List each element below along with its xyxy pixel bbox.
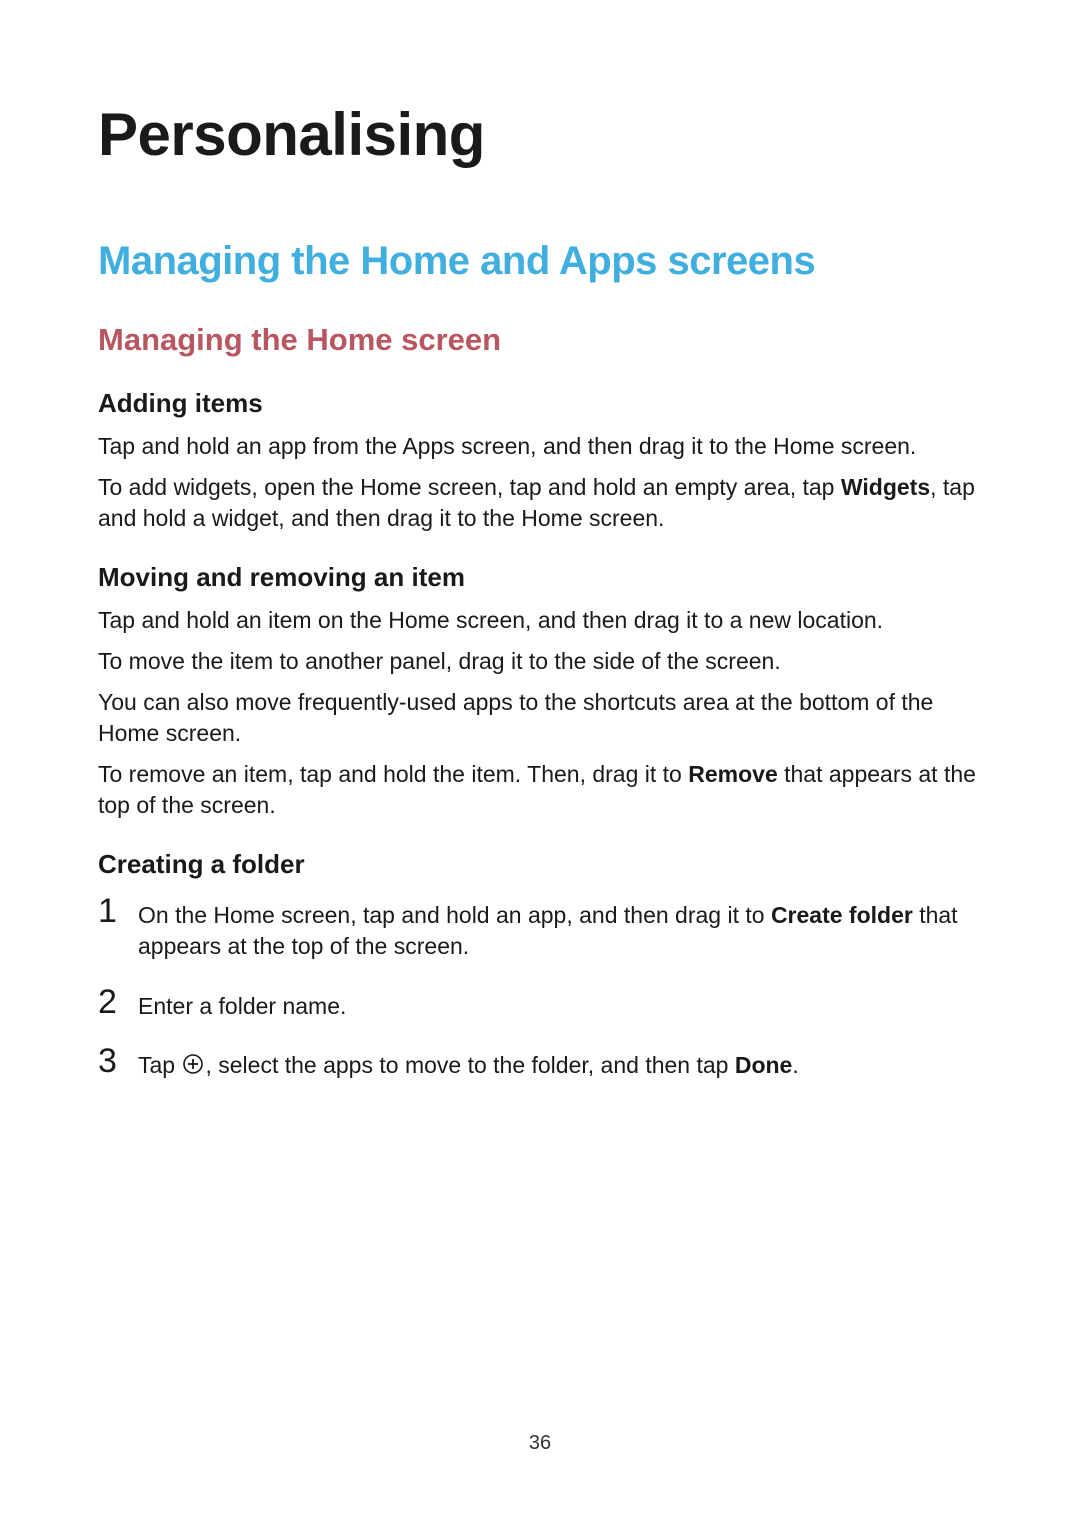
paragraph: To move the item to another panel, drag …: [98, 646, 982, 677]
topic-moving-removing: Moving and removing an item: [98, 562, 982, 593]
bold-text: Done: [735, 1052, 793, 1078]
step-item: 3 Tap , select the apps to move to the f…: [98, 1044, 982, 1081]
section-heading: Managing the Home and Apps screens: [98, 239, 982, 284]
text: .: [792, 1052, 798, 1078]
step-item: 1 On the Home screen, tap and hold an ap…: [98, 894, 982, 962]
plus-circle-icon: [183, 1054, 203, 1074]
text: To remove an item, tap and hold the item…: [98, 761, 688, 787]
paragraph: To add widgets, open the Home screen, ta…: [98, 472, 982, 534]
text: , select the apps to move to the folder,…: [205, 1052, 734, 1078]
paragraph: Tap and hold an app from the Apps screen…: [98, 431, 982, 462]
topic-creating-folder: Creating a folder: [98, 849, 982, 880]
step-item: 2 Enter a folder name.: [98, 985, 982, 1022]
step-number: 1: [98, 894, 138, 928]
page-number: 36: [0, 1432, 1080, 1455]
paragraph: To remove an item, tap and hold the item…: [98, 759, 982, 821]
step-text: On the Home screen, tap and hold an app,…: [138, 894, 982, 962]
paragraph: You can also move frequently-used apps t…: [98, 687, 982, 749]
document-page: Personalising Managing the Home and Apps…: [0, 0, 1080, 1081]
subsection-heading: Managing the Home screen: [98, 322, 982, 358]
bold-text: Create folder: [771, 902, 913, 928]
chapter-title: Personalising: [98, 100, 982, 169]
step-text: Enter a folder name.: [138, 985, 346, 1022]
bold-text: Remove: [688, 761, 777, 787]
step-text: Tap , select the apps to move to the fol…: [138, 1044, 799, 1081]
text: On the Home screen, tap and hold an app,…: [138, 902, 771, 928]
step-number: 3: [98, 1044, 138, 1078]
text: Tap: [138, 1052, 181, 1078]
step-number: 2: [98, 985, 138, 1019]
bold-text: Widgets: [841, 474, 930, 500]
step-list: 1 On the Home screen, tap and hold an ap…: [98, 894, 982, 1080]
paragraph: Tap and hold an item on the Home screen,…: [98, 605, 982, 636]
text: To add widgets, open the Home screen, ta…: [98, 474, 841, 500]
topic-adding-items: Adding items: [98, 388, 982, 419]
